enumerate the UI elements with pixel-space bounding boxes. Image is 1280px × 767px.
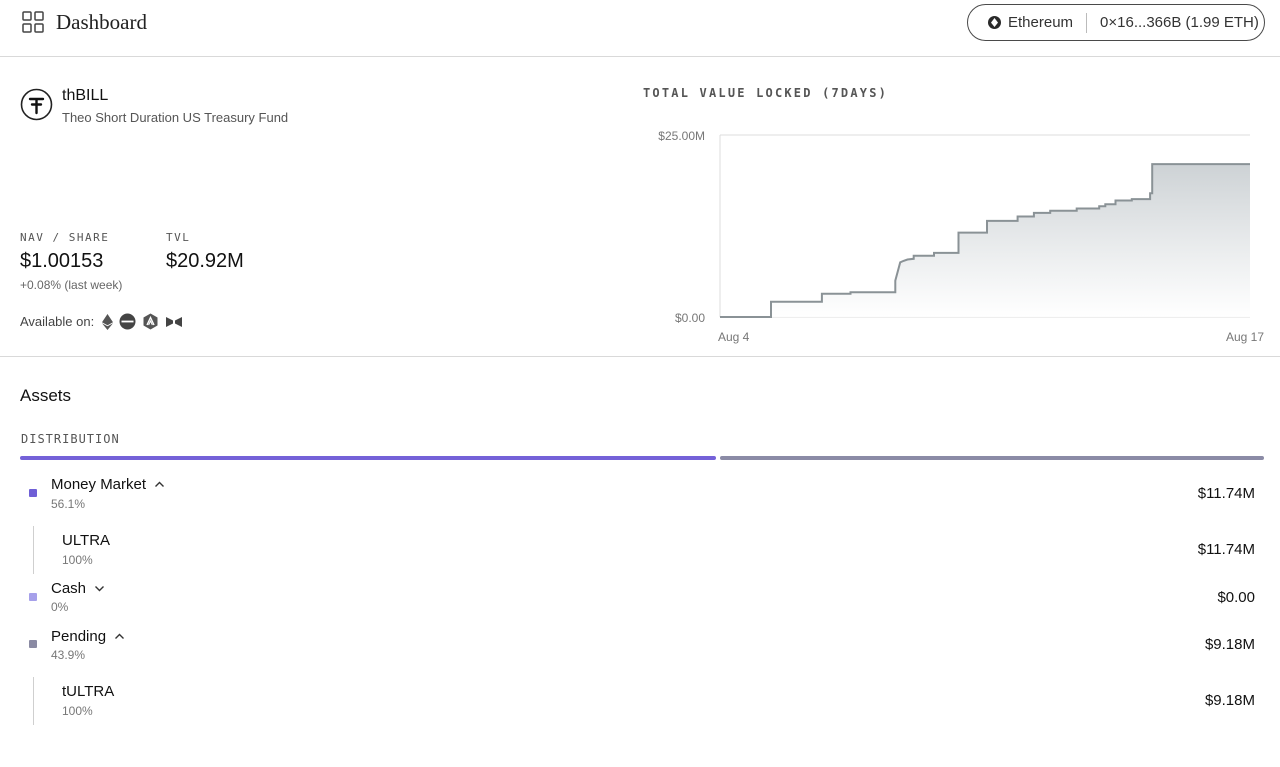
ethereum-icon[interactable] <box>102 313 114 330</box>
tvl-area <box>720 164 1250 317</box>
y-tick-label-max: $25.00M <box>658 129 705 143</box>
asset-value-ultra: $11.74M <box>1197 541 1255 558</box>
tvl-value: $20.92M <box>166 250 244 272</box>
nav-change: +0.08% (last week) <box>20 278 123 292</box>
asset-name-cash[interactable]: Cash <box>51 580 105 597</box>
available-on: Available on: <box>20 313 183 330</box>
chart-title: TOTAL VALUE LOCKED (7DAYS) <box>643 86 889 100</box>
page-title: Dashboard <box>56 10 147 34</box>
asset-row-money-market[interactable]: Money Market 56.1% $11.74M <box>0 470 1280 520</box>
chevron-down-icon[interactable] <box>94 583 105 594</box>
nav-share-label: NAV / SHARE <box>20 231 110 244</box>
asset-pct-pending: 43.9% <box>51 648 86 662</box>
tvl-chart: $25.00M $0.00 Aug 4 Aug 17 <box>658 129 1264 344</box>
asset-value-pending: $9.18M <box>1204 636 1255 653</box>
available-on-icons <box>102 313 183 330</box>
wallet-address[interactable]: 0×16...366B (1.99 ETH) <box>1100 14 1259 31</box>
asset-name-pending[interactable]: Pending <box>51 628 125 645</box>
cash-color-square <box>29 593 37 601</box>
asset-row-tultra[interactable]: tULTRA 100% $9.18M <box>0 677 1280 725</box>
assets-title: Assets <box>20 386 72 405</box>
asset-pct-ultra: 100% <box>62 553 93 567</box>
distribution-label: DISTRIBUTION <box>21 432 120 446</box>
chain-icon-bowtie[interactable] <box>165 316 183 328</box>
asset-value-tultra: $9.18M <box>1204 692 1255 709</box>
top-bar: Dashboard Ethereum 0×16...366B (1.99 ETH… <box>0 0 1280 57</box>
fund-symbol: thBILL <box>62 87 109 104</box>
asset-row-ultra[interactable]: ULTRA 100% $11.74M <box>0 526 1280 574</box>
asset-name-pending-text: Pending <box>51 628 107 645</box>
asset-pct-tultra: 100% <box>62 704 93 718</box>
wallet-button[interactable]: Ethereum 0×16...366B (1.99 ETH) <box>967 4 1265 41</box>
network-label[interactable]: Ethereum <box>1008 14 1073 31</box>
asset-value-money-market: $11.74M <box>1197 485 1255 502</box>
pill-divider <box>1086 12 1088 33</box>
chevron-up-icon[interactable] <box>154 479 165 490</box>
fund-name: Theo Short Duration US Treasury Fund <box>62 110 289 125</box>
asset-value-cash: $0.00 <box>1217 589 1255 606</box>
asset-pct-cash: 0% <box>51 600 69 614</box>
asset-name-cash-text: Cash <box>51 580 87 597</box>
section-divider <box>0 356 1280 357</box>
dashboard-grid-icon <box>22 11 44 33</box>
asset-name-money-market-text: Money Market <box>51 476 147 493</box>
asset-name-money-market[interactable]: Money Market <box>51 476 165 493</box>
x-tick-label-start: Aug 4 <box>718 330 750 344</box>
chain-icon-circle[interactable] <box>119 313 136 330</box>
thbill-logo-icon <box>20 88 53 121</box>
money-market-color-square <box>29 489 37 497</box>
y-tick-label-min: $0.00 <box>675 311 705 325</box>
ethereum-icon <box>988 16 1001 29</box>
asset-row-pending[interactable]: Pending 43.9% $9.18M <box>0 622 1280 672</box>
nav-share-value: $1.00153 <box>20 250 104 272</box>
asset-pct-money-market: 56.1% <box>51 497 86 511</box>
pending-color-square <box>29 640 37 648</box>
asset-name-ultra: ULTRA <box>62 532 111 549</box>
arbitrum-icon[interactable] <box>142 313 159 330</box>
tvl-label: TVL <box>166 231 191 244</box>
available-on-label: Available on: <box>20 314 95 329</box>
distribution-bar-money-market[interactable] <box>20 456 716 460</box>
chevron-up-icon[interactable] <box>114 631 125 642</box>
asset-row-cash[interactable]: Cash 0% $0.00 <box>0 575 1280 620</box>
x-tick-label-end: Aug 17 <box>1226 330 1264 344</box>
distribution-bar-pending[interactable] <box>720 456 1264 460</box>
asset-name-tultra: tULTRA <box>62 683 115 700</box>
